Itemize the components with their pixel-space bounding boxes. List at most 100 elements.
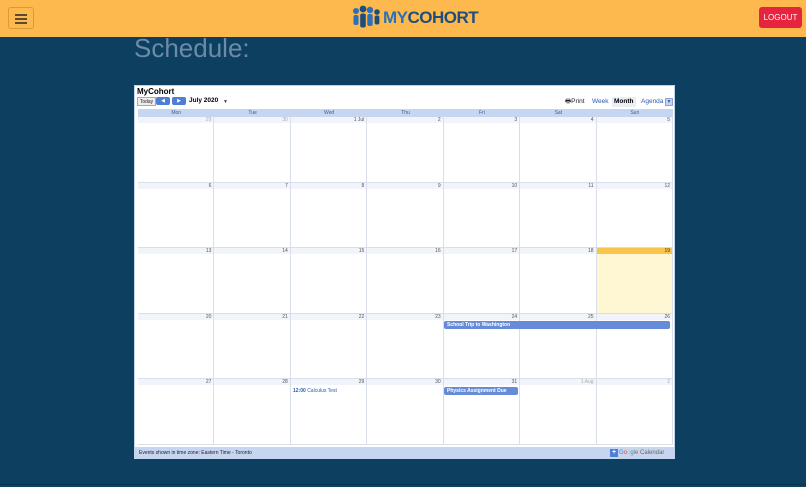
weekday-label: Tue	[248, 110, 257, 116]
day-number: 30	[214, 117, 290, 123]
google-calendar-label: Google Calendar	[619, 450, 665, 456]
day-cell[interactable]: 21	[214, 313, 291, 380]
day-number: 10	[443, 182, 520, 189]
day-cell[interactable]: 3	[443, 117, 521, 183]
day-cell[interactable]: 5	[596, 117, 673, 183]
day-cell[interactable]: 13	[138, 248, 215, 314]
chevron-right-icon: ▶	[177, 98, 181, 104]
people-group-icon	[353, 5, 380, 28]
page-divider	[0, 484, 806, 485]
day-number: 20	[138, 313, 214, 320]
day-cell[interactable]: 14	[214, 248, 291, 314]
mycohort-logo[interactable]: MYCOHORT	[350, 4, 479, 32]
day-number: 12	[596, 182, 672, 189]
timezone-note: Events shown in time zone: Eastern Time …	[139, 450, 252, 456]
weekday-label: Fri	[479, 110, 485, 116]
hamburger-icon-line	[15, 18, 27, 20]
day-cell[interactable]: 1 Jul	[290, 117, 368, 183]
day-cell[interactable]: 1 Aug	[520, 379, 597, 445]
tab-week[interactable]: Week	[590, 97, 611, 107]
hamburger-icon-line	[15, 22, 27, 24]
day-number: 8	[290, 182, 367, 189]
day-cell[interactable]: 30	[214, 117, 291, 183]
day-number: 6	[138, 182, 214, 189]
caret-down-icon[interactable]: ▼	[223, 99, 228, 105]
hamburger-icon-line	[15, 14, 27, 16]
day-cell[interactable]: 28	[214, 379, 291, 445]
day-cell[interactable]: 23	[367, 313, 444, 380]
print-button[interactable]: 🖶Print	[565, 97, 585, 108]
google-calendar-link[interactable]: + Google Calendar	[610, 448, 664, 458]
prev-month-button[interactable]: ◀	[156, 97, 170, 105]
day-number: 5	[596, 117, 672, 123]
day-cell[interactable]: 15	[290, 248, 368, 314]
day-number: 17	[443, 248, 520, 255]
day-cell[interactable]: 29	[138, 117, 215, 183]
next-month-button[interactable]: ▶	[172, 97, 186, 105]
day-cell[interactable]: 10	[443, 182, 521, 249]
month-grid: 29 30 1 Jul 2 3 4 5 6 7 8 9 10 11 12 13 14 15 16 17 18 19 20 2…	[138, 117, 673, 445]
day-number: 4	[520, 117, 596, 123]
day-number: 11	[520, 182, 596, 189]
day-cell[interactable]: 2	[367, 117, 444, 183]
day-cell[interactable]: 7	[214, 182, 291, 249]
day-number: 28	[214, 379, 290, 386]
hamburger-menu-button[interactable]	[8, 7, 34, 29]
caret-down-icon: ▼	[666, 99, 672, 105]
day-cell[interactable]: 17	[443, 248, 521, 314]
day-cell[interactable]: 4	[520, 117, 597, 183]
tab-agenda[interactable]: Agenda	[639, 97, 665, 107]
day-number: 24	[443, 313, 520, 320]
day-cell[interactable]: 11	[520, 182, 597, 249]
day-cell[interactable]: 6	[138, 182, 215, 249]
tab-month[interactable]: Month	[612, 97, 636, 107]
day-number: 2	[596, 379, 672, 386]
day-number: 29	[138, 117, 214, 123]
day-number: 16	[367, 248, 443, 255]
day-cell[interactable]: 9	[367, 182, 444, 249]
today-button[interactable]: Today	[137, 97, 156, 106]
day-number: 27	[138, 379, 214, 386]
logo-text: MYCOHORT	[383, 8, 479, 28]
day-number: 2	[367, 117, 443, 123]
weekday-label: Wed	[323, 110, 335, 116]
event-time: 12:00	[293, 388, 306, 394]
day-number: 7	[214, 182, 290, 189]
day-number: 29	[290, 379, 367, 386]
day-cell[interactable]: 8	[290, 182, 368, 249]
event-title: Calculus Test	[307, 388, 337, 394]
print-label: Print	[571, 98, 585, 105]
day-number: 9	[367, 182, 443, 189]
day-cell[interactable]: 2	[596, 379, 673, 445]
logo-text-my: MY	[383, 8, 408, 27]
day-cell[interactable]: 20	[138, 313, 215, 380]
weekday-label: Sun	[630, 110, 640, 116]
day-cell[interactable]: 19	[596, 248, 673, 314]
day-cell[interactable]: 22	[290, 313, 368, 380]
day-number: 26	[596, 313, 672, 320]
day-number: 19	[596, 248, 672, 255]
day-number: 1 Aug	[520, 379, 596, 386]
calendar-widget: MyCohort Today ◀ ▶ July 2020 ▼ 🖶Print We…	[134, 85, 675, 459]
event-physics-assignment[interactable]: Physics Assignment Due	[444, 387, 518, 395]
logout-button[interactable]: LOGOUT	[759, 7, 802, 28]
calendar-title: MyCohort	[137, 87, 175, 96]
day-cell[interactable]: 16	[367, 248, 444, 314]
chevron-left-icon: ◀	[161, 98, 165, 104]
day-cell[interactable]: 12	[596, 182, 673, 249]
calendar-footer: Events shown in time zone: Eastern Time …	[135, 447, 674, 459]
day-cell[interactable]: 27	[138, 379, 215, 445]
event-calculus-test[interactable]: 12:00 Calculus Test	[293, 388, 337, 394]
day-number: 31	[443, 379, 520, 386]
day-cell[interactable]: 30	[367, 379, 444, 445]
day-number: 21	[214, 313, 290, 320]
day-cell[interactable]: 18	[520, 248, 597, 314]
weekday-header-row: Mon Tue Wed Thu Fri Sat Sun	[138, 109, 673, 117]
day-number: 13	[138, 248, 214, 255]
view-dropdown-button[interactable]: ▼	[665, 98, 673, 106]
event-school-trip[interactable]: School Trip to Washington	[444, 321, 670, 329]
logo-text-cohort: COHORT	[407, 8, 479, 27]
current-month-label[interactable]: July 2020	[189, 97, 218, 104]
day-number: 22	[290, 313, 367, 320]
weekday-label: Mon	[171, 110, 182, 116]
